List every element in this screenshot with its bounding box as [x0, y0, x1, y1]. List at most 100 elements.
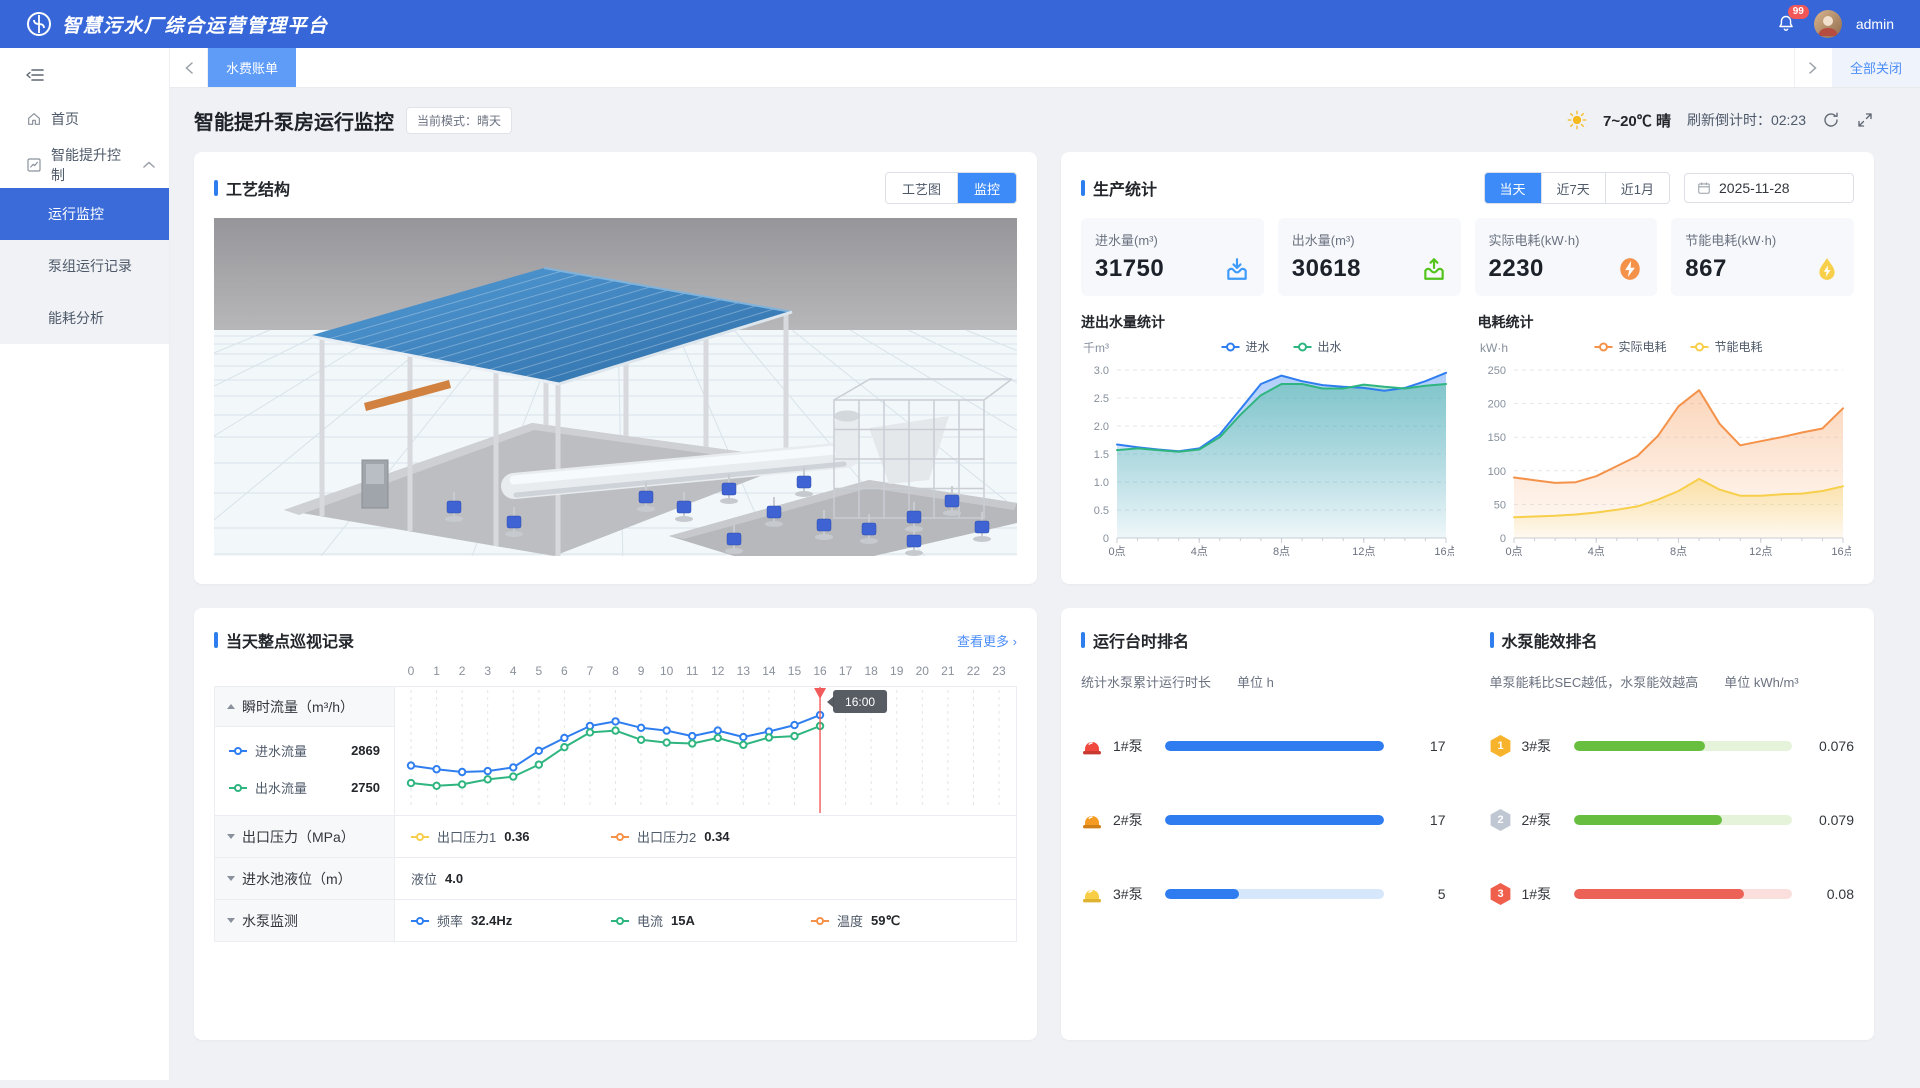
svg-text:kW·h: kW·h — [1480, 341, 1508, 355]
frequency-marker-icon — [411, 916, 429, 926]
svg-text:250: 250 — [1487, 365, 1505, 377]
svg-text:1.5: 1.5 — [1094, 449, 1109, 461]
patrol-record-panel: 当天整点巡视记录 查看更多 › 012345678910111213141516… — [194, 608, 1037, 1040]
range-tab-today[interactable]: 当天 — [1485, 173, 1541, 203]
alarm-orange-icon — [1081, 809, 1103, 831]
current-item: 电流15A — [611, 911, 811, 930]
patrol-row-pressure-header[interactable]: 出口压力（MPa） — [215, 816, 395, 857]
sidebar-collapse-button[interactable] — [0, 48, 169, 96]
expand-caret-icon — [227, 876, 235, 881]
svg-text:8点: 8点 — [1669, 545, 1686, 558]
close-all-tabs-button[interactable]: 全部关闭 — [1832, 48, 1920, 87]
runtime-ranking: 运行台时排名 统计水泵累计运行时长单位 h 1#泵 17 — [1081, 628, 1446, 957]
weather-text: 7~20℃ 晴 — [1603, 110, 1671, 131]
patrol-row-pump-monitor-header[interactable]: 水泵监测 — [215, 900, 395, 941]
svg-text:0.5: 0.5 — [1094, 505, 1109, 517]
tab-water-bill[interactable]: 水费账单 — [208, 48, 296, 87]
svg-text:16点: 16点 — [1831, 545, 1851, 558]
submenu-smart-lift: 运行监控 泵组运行记录 能耗分析 — [0, 188, 169, 344]
brand: 智慧污水厂综合运营管理平台 — [26, 11, 329, 38]
production-stats-panel: 生产统计 当天 近7天 近1月 2025-11-28 进水量(m³) 31750 — [1061, 152, 1874, 584]
svg-text:200: 200 — [1487, 399, 1505, 411]
level-item: 液位4.0 — [411, 869, 611, 888]
svg-text:进水: 进水 — [1246, 340, 1270, 354]
svg-text:0: 0 — [1103, 533, 1109, 545]
date-range-tabs: 当天 近7天 近1月 — [1484, 172, 1670, 204]
range-tab-7days[interactable]: 近7天 — [1541, 173, 1605, 203]
power-saving-icon — [1814, 256, 1840, 282]
pressure-1-marker-icon — [411, 832, 429, 842]
notifications-button[interactable]: 99 — [1772, 10, 1800, 38]
power-chart-title: 电耗统计 — [1478, 312, 1855, 332]
process-diagram-button[interactable]: 工艺图 — [886, 173, 957, 203]
current-marker-icon — [611, 916, 629, 926]
power-chart-block: 电耗统计 kW·h实际电耗节能电耗0501001502002500点4点8点12… — [1478, 312, 1855, 562]
sidebar-item-run-monitoring[interactable]: 运行监控 — [0, 188, 169, 240]
home-icon — [26, 111, 42, 127]
notification-badge: 99 — [1788, 5, 1809, 19]
app-title: 智慧污水厂综合运营管理平台 — [62, 11, 329, 38]
efficiency-rank-row-2: 2 2#泵 0.079 — [1490, 809, 1855, 831]
range-tab-1month[interactable]: 近1月 — [1605, 173, 1669, 203]
runtime-rank-row-3: 3#泵 5 — [1081, 883, 1446, 905]
svg-text:4点: 4点 — [1587, 545, 1604, 558]
svg-text:0点: 0点 — [1108, 545, 1125, 558]
production-panel-title: 生产统计 — [1081, 176, 1157, 200]
alarm-red-icon — [1081, 735, 1103, 757]
frequency-item: 频率32.4Hz — [411, 911, 611, 930]
water-flow-chart: 千m³进水出水00.51.01.52.02.53.00点4点8点12点16点 — [1081, 334, 1454, 562]
view-more-link[interactable]: 查看更多 › — [957, 631, 1017, 650]
tab-spacer — [296, 48, 1794, 87]
chevron-up-icon — [143, 161, 155, 169]
svg-text:0点: 0点 — [1505, 545, 1522, 558]
runtime-rank-row-2: 2#泵 17 — [1081, 809, 1446, 831]
patrol-row-level-header[interactable]: 进水池液位（m） — [215, 858, 395, 899]
sidebar-item-pump-run-records[interactable]: 泵组运行记录 — [0, 240, 169, 292]
medal-gold-icon: 1 — [1490, 735, 1512, 757]
pressure-2-item: 出口压力20.34 — [611, 827, 811, 846]
water-out-icon — [1421, 256, 1447, 282]
efficiency-rank-row-3: 3 1#泵 0.08 — [1490, 883, 1855, 905]
sidebar-item-energy-analysis[interactable]: 能耗分析 — [0, 292, 169, 344]
username[interactable]: admin — [1856, 16, 1894, 32]
svg-text:12点: 12点 — [1749, 545, 1772, 558]
main-content: 智能提升泵房运行监控 当前模式：晴天 7~20℃ 晴 刷新倒计时：02:23 工… — [170, 88, 1920, 1088]
avatar[interactable] — [1814, 10, 1842, 38]
sidebar-item-home[interactable]: 首页 — [0, 96, 169, 142]
medal-silver-icon: 2 — [1490, 809, 1512, 831]
outflow-marker-icon — [229, 783, 247, 793]
tab-bar: 水费账单 全部关闭 — [170, 48, 1920, 88]
svg-text:8点: 8点 — [1273, 545, 1290, 558]
water-in-icon — [1224, 256, 1250, 282]
pressure-1-item: 出口压力10.36 — [411, 827, 611, 846]
power-consumption-chart: kW·h实际电耗节能电耗0501001502002500点4点8点12点16点 — [1478, 334, 1851, 562]
date-picker[interactable]: 2025-11-28 — [1684, 173, 1854, 203]
monitor-button[interactable]: 监控 — [957, 173, 1016, 203]
svg-text:1.0: 1.0 — [1094, 477, 1109, 489]
stat-outflow: 出水量(m³) 30618 — [1278, 218, 1461, 296]
stat-inflow: 进水量(m³) 31750 — [1081, 218, 1264, 296]
expand-caret-icon — [227, 918, 235, 923]
water-chart-title: 进出水量统计 — [1081, 312, 1458, 332]
plant-3d-view[interactable] — [214, 218, 1017, 556]
stat-actual-power: 实际电耗(kW·h) 2230 — [1475, 218, 1658, 296]
patrol-row-flow-header[interactable]: 瞬时流量（m³/h） — [215, 687, 394, 727]
power-actual-icon — [1617, 256, 1643, 282]
fullscreen-icon[interactable] — [1856, 111, 1874, 129]
legend-inflow: 进水流量 2869 — [229, 741, 380, 760]
control-chart-icon — [26, 157, 42, 173]
refresh-icon[interactable] — [1822, 111, 1840, 129]
stat-cards: 进水量(m³) 31750 出水量(m³) 30618 — [1081, 218, 1854, 296]
tab-scroll-left-button[interactable] — [170, 48, 208, 87]
sidebar-group-smart-lift-control[interactable]: 智能提升控制 — [0, 142, 169, 188]
efficiency-ranking: 水泵能效排名 单泵能耗比SEC越低，水泵能效越高单位 kWh/m³ 1 3#泵 … — [1490, 628, 1855, 957]
process-structure-panel: 工艺结构 工艺图 监控 — [194, 152, 1037, 584]
stat-saving-power: 节能电耗(kW·h) 867 — [1671, 218, 1854, 296]
runtime-ranking-title: 运行台时排名 — [1081, 628, 1446, 652]
temperature-item: 温度59℃ — [811, 911, 1011, 930]
svg-text:出水: 出水 — [1318, 340, 1342, 354]
svg-text:16点: 16点 — [1434, 545, 1454, 558]
tab-scroll-right-button[interactable] — [1794, 48, 1832, 87]
rankings-panel: 运行台时排名 统计水泵累计运行时长单位 h 1#泵 17 — [1061, 608, 1874, 1040]
patrol-flow-chart: 16:00 — [395, 687, 1015, 813]
